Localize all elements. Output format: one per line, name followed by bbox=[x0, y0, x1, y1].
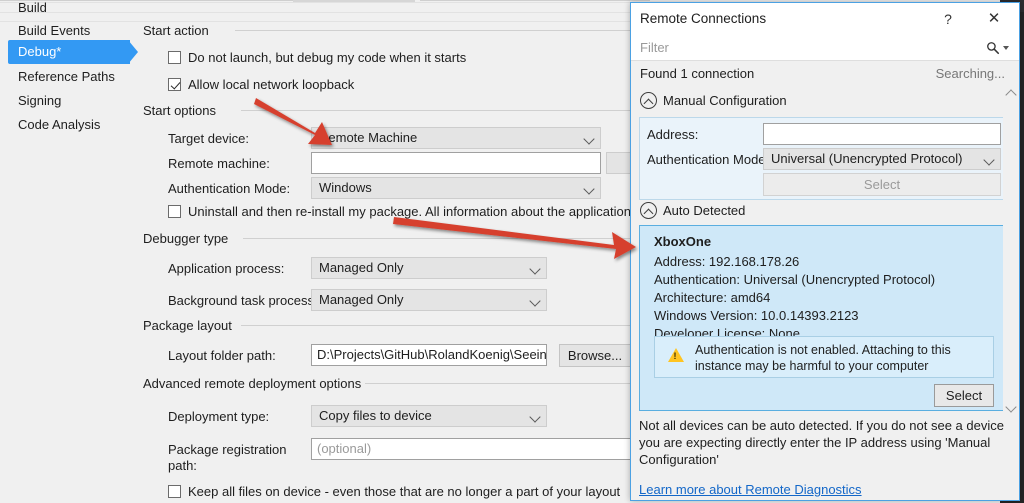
checkbox-box bbox=[168, 51, 181, 64]
group-debugger-type-title: Debugger type bbox=[143, 231, 229, 246]
group-start-options-title: Start options bbox=[143, 103, 216, 118]
footer-text: Not all devices can be auto detected. If… bbox=[639, 418, 1004, 467]
close-icon[interactable]: ✕ bbox=[983, 9, 1005, 29]
search-icon bbox=[987, 42, 1000, 55]
dialog-scrollbar[interactable] bbox=[1003, 87, 1018, 417]
remote-diagnostics-link[interactable]: Learn more about Remote Diagnostics bbox=[639, 482, 1009, 497]
selection-pointer-icon bbox=[128, 40, 138, 64]
input-manual-address[interactable] bbox=[763, 123, 1001, 145]
combo-authentication-mode[interactable]: Windows bbox=[311, 177, 601, 199]
device-address: Address: 192.168.178.26 bbox=[654, 254, 800, 269]
checkbox-label: Uninstall and then re-install my package… bbox=[188, 204, 663, 219]
combo-value: Managed Only bbox=[319, 260, 404, 275]
partial-control bbox=[293, 0, 415, 2]
remote-connections-dialog: Remote Connections ? ✕ Filter Found 1 co… bbox=[630, 2, 1020, 501]
manual-select-button[interactable]: Select bbox=[763, 173, 1001, 196]
sidebar-item-debug[interactable]: Debug* bbox=[8, 40, 138, 64]
checkbox-label: Keep all files on device - even those th… bbox=[188, 484, 621, 499]
combo-background-task-process[interactable]: Managed Only bbox=[311, 289, 547, 311]
group-advanced-title: Advanced remote deployment options bbox=[143, 376, 362, 391]
scroll-up-icon[interactable] bbox=[1004, 89, 1017, 101]
label-background-task-process: Background task process: bbox=[168, 293, 318, 308]
device-select-label: Select bbox=[945, 388, 983, 403]
input-layout-folder-path[interactable]: D:\Projects\GitHub\RolandKoenig\SeeingSl bbox=[311, 344, 547, 366]
combo-application-process[interactable]: Managed Only bbox=[311, 257, 547, 279]
label-layout-folder-path: Layout folder path: bbox=[168, 348, 276, 363]
warning-text: Authentication is not enabled. Attaching… bbox=[695, 343, 951, 373]
label-deployment-type: Deployment type: bbox=[168, 409, 270, 424]
sidebar-item-label: Signing bbox=[18, 93, 62, 108]
label-package-registration-path: Package registration path: bbox=[168, 442, 287, 473]
sidebar-item-label: Code Analysis bbox=[18, 117, 101, 132]
scroll-down-icon[interactable] bbox=[1004, 401, 1017, 413]
input-placeholder: (optional) bbox=[317, 441, 372, 456]
device-authentication: Authentication: Universal (Unencrypted P… bbox=[654, 272, 936, 287]
device-select-button[interactable]: Select bbox=[934, 384, 994, 407]
combo-value: Copy files to device bbox=[319, 408, 432, 423]
sidebar-item-label: Debug* bbox=[18, 44, 62, 59]
group-start-action-title: Start action bbox=[143, 23, 209, 38]
input-package-registration-path[interactable]: (optional) bbox=[311, 438, 631, 460]
label-remote-machine: Remote machine: bbox=[168, 156, 270, 171]
label-manual-authentication-mode: Authentication Mode: bbox=[647, 152, 770, 167]
input-value: D:\Projects\GitHub\RolandKoenig\SeeingSl bbox=[317, 347, 547, 362]
filter-input[interactable]: Filter bbox=[631, 35, 1019, 61]
section-title-auto-detected: Auto Detected bbox=[663, 203, 746, 218]
combo-value: Windows bbox=[319, 180, 372, 195]
device-name: XboxOne bbox=[654, 234, 712, 249]
group-package-layout-title: Package layout bbox=[143, 318, 232, 333]
combo-value: Remote Machine bbox=[319, 130, 418, 145]
input-remote-machine[interactable] bbox=[311, 152, 601, 174]
connection-status-row: Found 1 connection Searching... bbox=[631, 62, 1019, 88]
checkbox-do-not-launch[interactable]: Do not launch, but debug my code when it… bbox=[168, 50, 466, 65]
sidebar-item-reference-paths[interactable]: Reference Paths bbox=[10, 65, 115, 89]
browse-button[interactable]: Browse... bbox=[559, 344, 631, 367]
sidebar-item-label: Build bbox=[18, 0, 47, 15]
checkbox-keep-files-on-device[interactable]: Keep all files on device - even those th… bbox=[168, 484, 620, 499]
combo-manual-authentication-mode[interactable]: Universal (Unencrypted Protocol) bbox=[763, 148, 1001, 170]
authentication-warning: Authentication is not enabled. Attaching… bbox=[654, 336, 994, 378]
checkbox-allow-loopback[interactable]: Allow local network loopback bbox=[168, 77, 354, 92]
device-card-xboxone[interactable]: XboxOne Address: 192.168.178.26 Authenti… bbox=[639, 225, 1009, 411]
checkbox-box bbox=[168, 485, 181, 498]
sidebar-item-signing[interactable]: Signing bbox=[10, 89, 61, 113]
chevron-down-icon[interactable] bbox=[1003, 46, 1009, 50]
sidebar-item-label: Build Events bbox=[18, 23, 91, 38]
checkbox-label: Do not launch, but debug my code when it… bbox=[188, 50, 467, 65]
checkbox-uninstall-reinstall[interactable]: Uninstall and then re-install my package… bbox=[168, 204, 663, 219]
dialog-title: Remote Connections bbox=[640, 11, 767, 26]
collapse-manual-icon[interactable] bbox=[640, 92, 657, 109]
collapse-auto-icon[interactable] bbox=[640, 202, 657, 219]
combo-deployment-type[interactable]: Copy files to device bbox=[311, 405, 547, 427]
label-authentication-mode: Authentication Mode: bbox=[168, 181, 291, 196]
label-address: Address: bbox=[647, 127, 699, 142]
settings-sidebar: Build Build Events Debug* Reference Path… bbox=[0, 0, 140, 140]
device-architecture: Architecture: amd64 bbox=[654, 290, 771, 305]
help-icon[interactable]: ? bbox=[937, 9, 959, 29]
checkbox-box bbox=[168, 205, 181, 218]
combo-value: Managed Only bbox=[319, 292, 404, 307]
sidebar-item-code-analysis[interactable]: Code Analysis bbox=[10, 113, 100, 137]
section-title-manual-configuration: Manual Configuration bbox=[663, 93, 787, 108]
browse-button-label: Browse... bbox=[567, 348, 623, 363]
device-windows-version: Windows Version: 10.0.14393.2123 bbox=[654, 308, 859, 323]
found-count-label: Found 1 connection bbox=[640, 66, 755, 81]
manual-select-label: Select bbox=[863, 177, 901, 192]
combo-target-device[interactable]: Remote Machine bbox=[311, 127, 601, 149]
label-application-process: Application process: bbox=[168, 261, 285, 276]
checkbox-box bbox=[168, 78, 181, 91]
warning-icon bbox=[668, 348, 684, 362]
combo-value: Universal (Unencrypted Protocol) bbox=[771, 151, 963, 166]
label-target-device: Target device: bbox=[168, 131, 249, 146]
checkbox-label: Allow local network loopback bbox=[188, 77, 355, 92]
dialog-titlebar: Remote Connections ? ✕ bbox=[631, 3, 1019, 35]
sidebar-item-label: Reference Paths bbox=[18, 69, 115, 84]
manual-configuration-panel: Address: Authentication Mode: Universal … bbox=[639, 117, 1009, 200]
sidebar-item-build[interactable]: Build bbox=[10, 0, 47, 20]
searching-label: Searching... bbox=[935, 66, 1005, 81]
filter-placeholder: Filter bbox=[640, 40, 669, 55]
dialog-footer: Not all devices can be auto detected. If… bbox=[639, 417, 1009, 497]
